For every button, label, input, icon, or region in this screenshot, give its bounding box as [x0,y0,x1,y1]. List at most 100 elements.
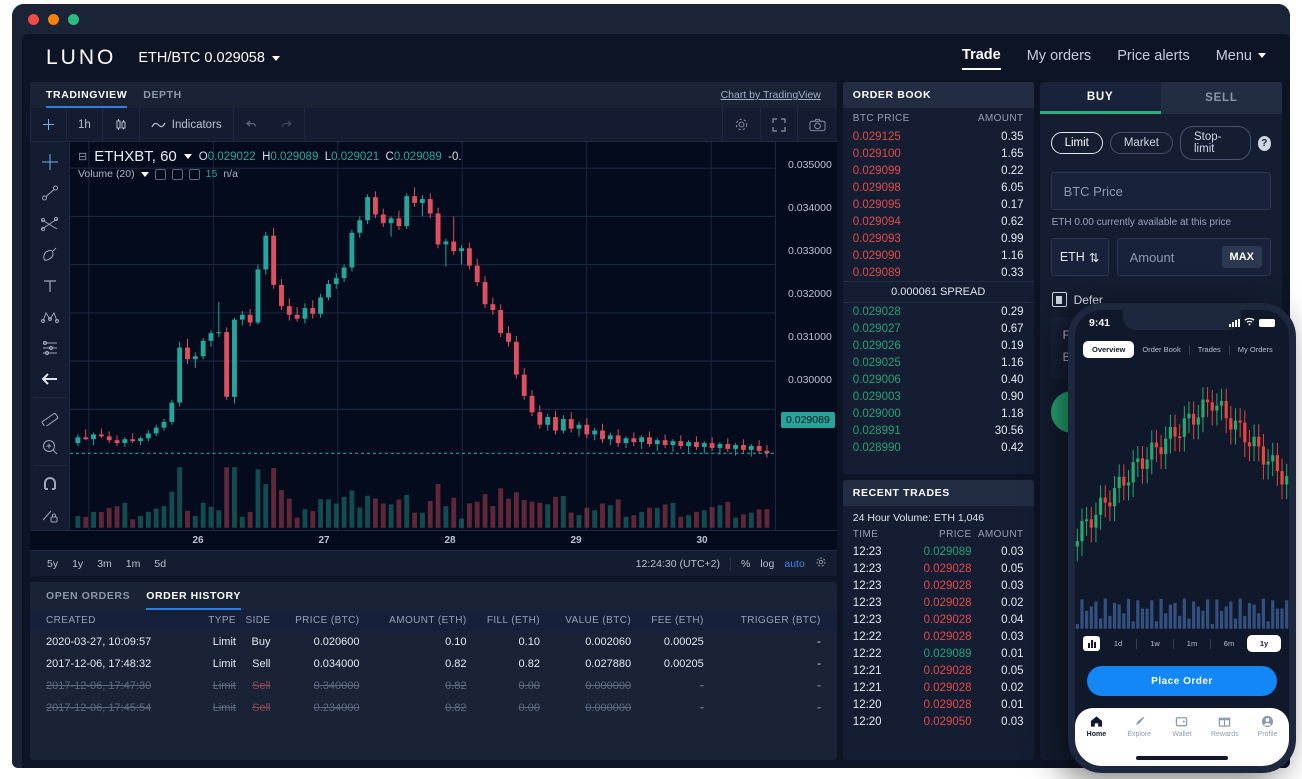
arrow-icon[interactable] [34,363,66,394]
order-book-row[interactable]: 0.029028 0.29 [843,303,1034,320]
fullscreen-button[interactable] [761,107,798,142]
tab-open-orders[interactable]: OPEN ORDERS [46,582,130,610]
bar-chart-icon[interactable] [1083,636,1100,651]
text-icon[interactable] [34,270,66,301]
nav-price-alerts[interactable]: Price alerts [1117,48,1190,69]
tradingview-attribution-link[interactable]: Chart by TradingView [721,89,821,101]
phone-range-1d[interactable]: 1d [1102,639,1134,648]
phone-nav-home[interactable]: Home [1075,715,1118,738]
order-book-row[interactable]: 0.029093 0.99 [843,230,1034,247]
undo-button[interactable] [234,108,269,142]
close-icon[interactable] [188,168,200,180]
eye-icon[interactable] [154,168,166,180]
indicators-button[interactable]: Indicators [140,107,234,142]
order-book-row[interactable]: 0.029125 0.35 [843,128,1034,145]
crosshair-tool-button[interactable] [30,107,67,142]
trendline-icon[interactable] [34,177,66,208]
tab-buy[interactable]: BUY [1039,82,1161,114]
order-book-row[interactable]: 0.029026 0.19 [843,337,1034,354]
percent-scale-button[interactable]: % [741,558,750,570]
magnet-icon[interactable] [32,465,67,499]
settings-icon[interactable] [171,168,183,180]
order-type-market[interactable]: Market [1109,132,1173,154]
order-book-row[interactable]: 0.028991 30.56 [843,422,1034,439]
phone-tab-order-book[interactable]: Order Book [1136,341,1186,358]
place-order-button[interactable]: Place Order [1087,666,1277,696]
order-type-limit[interactable]: Limit [1050,132,1103,154]
order-book-row[interactable]: 0.028990 0.42 [843,439,1034,456]
tab-sell[interactable]: SELL [1160,82,1282,114]
log-scale-button[interactable]: log [760,558,774,570]
interval-button[interactable]: 1h [67,107,103,142]
market-pair-selector[interactable]: ETH/BTC 0.029058 [138,50,280,66]
phone-nav-profile[interactable]: Profile [1246,715,1289,738]
nav-my-orders[interactable]: My orders [1027,48,1091,69]
order-book-row[interactable]: 0.029027 0.67 [843,320,1034,337]
zoom-icon[interactable] [34,431,66,462]
pattern-icon[interactable] [34,301,66,332]
table-row[interactable]: 2020-03-27, 10:09:57 Limit Buy 0.020600 0.10… [30,631,837,653]
order-book-row[interactable]: 0.029025 1.16 [843,354,1034,371]
price-input[interactable]: BTC Price [1050,172,1271,210]
chart-settings-button[interactable] [721,107,761,142]
phone-tab-trades[interactable]: Trades [1192,341,1227,358]
timeframe-1y[interactable]: 1y [65,558,90,570]
timeframe-3m[interactable]: 3m [90,558,119,570]
nav-menu[interactable]: Menu [1216,48,1266,69]
order-book-row[interactable]: 0.029089 0.33 [843,264,1034,281]
fib-retracement-icon[interactable] [34,208,66,239]
forecast-icon[interactable] [34,332,66,363]
max-button[interactable]: MAX [1221,246,1262,268]
timeframe-1m[interactable]: 1m [119,558,148,570]
chart-symbol-label[interactable]: ETHXBT, 60 [94,148,177,165]
phone-chart[interactable] [1075,364,1289,631]
tab-order-history[interactable]: ORDER HISTORY [146,582,241,610]
brush-icon[interactable] [34,239,66,270]
tab-depth[interactable]: DEPTH [143,82,182,108]
order-book-row[interactable]: 0.029000 1.18 [843,405,1034,422]
minimize-window-button[interactable] [48,13,59,25]
order-type-stop-limit[interactable]: Stop-limit [1180,126,1251,160]
table-row[interactable]: 2017-12-06, 17:45:54 Limit Sell 0.234000 0.8… [30,697,837,719]
table-row[interactable]: 2017-12-06, 17:47:30 Limit Sell 0.340000 0.8… [30,675,837,697]
volume-indicator-label[interactable]: Volume (20) [78,168,135,180]
phone-nav-wallet[interactable]: Wallet [1161,715,1204,738]
price-axis[interactable]: 0.035000 0.034000 0.033000 0.032000 0.031000… [774,142,837,530]
table-row[interactable]: 2017-12-06, 17:48:32 Limit Sell 0.034000 0.8… [30,653,837,675]
timeframe-5d[interactable]: 5d [147,558,173,570]
amount-input[interactable]: Amount MAX [1116,238,1271,276]
order-book-row[interactable]: 0.029099 0.22 [843,162,1034,179]
candlestick-style-button[interactable] [103,107,140,142]
phone-nav-explore[interactable]: Explore [1118,715,1161,738]
collapse-icon[interactable]: ⊟ [78,150,87,163]
order-book-row[interactable]: 0.029094 0.62 [843,213,1034,230]
phone-tab-overview[interactable]: Overview [1083,341,1135,358]
ruler-icon[interactable] [32,397,67,431]
phone-nav-rewards[interactable]: Rewards [1203,715,1246,738]
tab-tradingview[interactable]: TRADINGVIEW [46,82,128,108]
order-book-row[interactable]: 0.029100 1.65 [843,145,1034,162]
phone-range-1m[interactable]: 1m [1176,639,1208,648]
chart-footer-settings-icon[interactable] [815,556,827,571]
phone-range-1y[interactable]: 1y [1247,635,1281,652]
close-window-button[interactable] [28,13,39,25]
timeframe-5y[interactable]: 5y [40,558,65,570]
order-book-row[interactable]: 0.029098 6.05 [843,179,1034,196]
maximize-window-button[interactable] [68,13,79,25]
order-book-row[interactable]: 0.029003 0.90 [843,388,1034,405]
candlestick-chart[interactable]: ⊟ ETHXBT, 60 O0.029022 H0.029089 L0.0290… [70,142,775,530]
order-book-row[interactable]: 0.029090 1.16 [843,247,1034,264]
order-book-row[interactable]: 0.029006 0.40 [843,371,1034,388]
redo-button[interactable] [269,107,305,142]
camera-snapshot-button[interactable] [798,108,837,142]
phone-tab-my-orders[interactable]: My Orders [1232,341,1279,358]
luno-logo[interactable]: LUNO [46,46,116,70]
phone-range-6m[interactable]: 6m [1213,639,1245,648]
phone-range-1w[interactable]: 1w [1139,639,1171,648]
nav-trade[interactable]: Trade [962,47,1001,70]
lock-icon[interactable] [34,499,66,530]
order-book-row[interactable]: 0.029095 0.17 [843,196,1034,213]
question-icon[interactable]: ? [1257,135,1271,151]
crosshair-icon[interactable] [34,146,66,177]
currency-selector[interactable]: ETH ⇅ [1050,238,1109,276]
